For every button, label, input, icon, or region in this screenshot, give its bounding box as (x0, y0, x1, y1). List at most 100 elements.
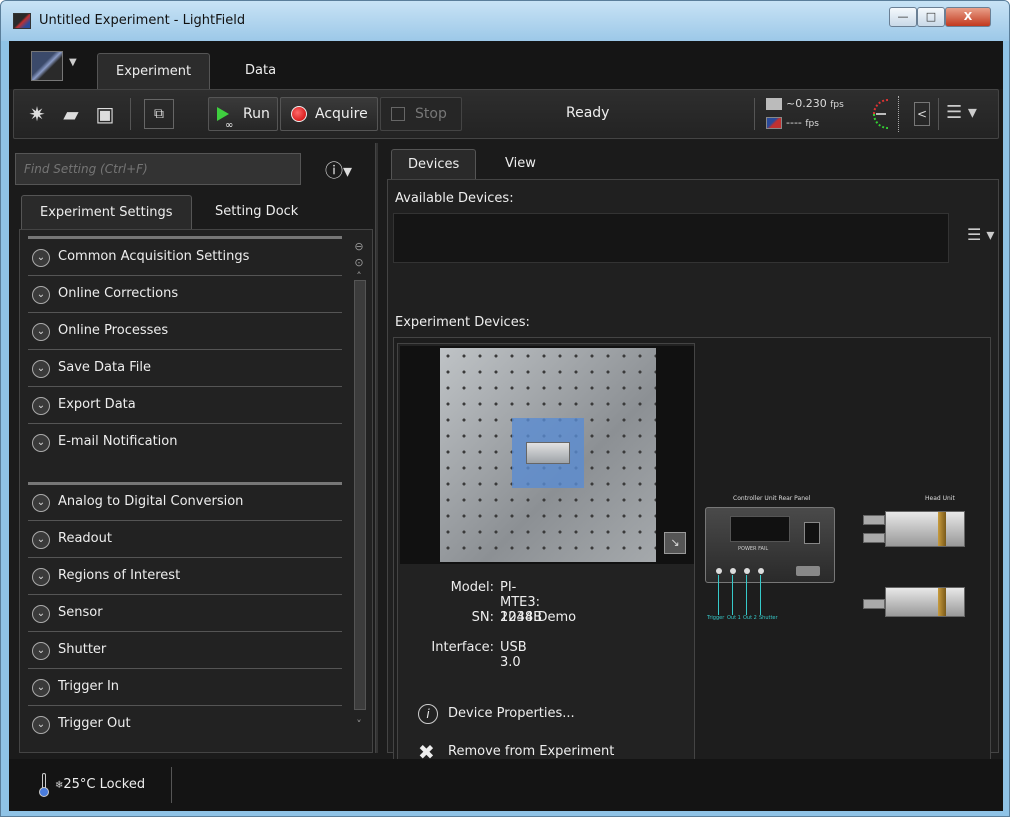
setting-export-data[interactable]: ⌄ Export Data (28, 388, 342, 424)
port-label: Shutter (759, 615, 778, 621)
stop-icon (391, 107, 405, 121)
tab-experiment[interactable]: Experiment (97, 53, 211, 89)
setting-online-corrections[interactable]: ⌄ Online Corrections (28, 277, 342, 313)
save-icon[interactable]: ▣ (92, 101, 118, 127)
controller-title: Controller Unit Rear Panel (733, 495, 811, 502)
lightfield-app-icon (13, 13, 31, 29)
head-connector (863, 599, 885, 609)
controller-display (730, 516, 790, 542)
setting-save-data-file[interactable]: ⌄ Save Data File (28, 351, 342, 387)
tab-data[interactable]: Data (227, 53, 294, 89)
chevron-down-icon: ⌄ (32, 531, 50, 549)
rate-gauge-icon (873, 99, 889, 129)
setting-trigger-out[interactable]: ⌄ Trigger Out (28, 707, 342, 743)
power-socket-icon (804, 522, 820, 544)
chevron-down-icon: ▼ (69, 57, 77, 68)
setting-readout[interactable]: ⌄ Readout (28, 522, 342, 558)
power-fail-label: POWER FAIL (738, 546, 769, 552)
help-icon[interactable]: ⓘ▾ (325, 157, 352, 183)
acquire-button[interactable]: Acquire (280, 97, 378, 131)
head-connector (863, 533, 885, 543)
run-label: Run (243, 106, 270, 122)
fps-value: ---- fps (786, 116, 819, 129)
collapse-all-icon[interactable]: ⊖ (352, 240, 366, 253)
setting-common-acquisition[interactable]: ⌄ Common Acquisition Settings (28, 240, 342, 276)
chevron-down-icon: ⌄ (32, 679, 50, 697)
info-icon: i (418, 704, 438, 724)
app-body: ▼ Experiment Data ✷ ▰ ▣ ⧉ ∞ Run Acquire (9, 41, 1003, 811)
chevron-down-icon: ⌄ (32, 360, 50, 378)
setting-online-processes[interactable]: ⌄ Online Processes (28, 314, 342, 350)
available-devices-list[interactable] (393, 213, 949, 263)
group-divider (28, 236, 342, 239)
infinity-icon: ∞ (225, 120, 234, 131)
find-setting-input[interactable] (15, 153, 301, 185)
head-connector (863, 515, 885, 525)
expand-all-icon[interactable]: ⊙ (352, 256, 366, 269)
device-image: ↘ (400, 346, 694, 564)
preview-icon[interactable]: ⧉ (144, 99, 174, 129)
close-button[interactable]: X (945, 7, 991, 27)
new-experiment-icon[interactable]: ✷ (24, 101, 50, 127)
port-shutter (758, 568, 764, 574)
minimize-button[interactable]: — (889, 7, 917, 27)
settings-panel: ⓘ▾ Experiment Settings Setting Dock ⌄Com… (13, 143, 373, 753)
fps-row-camera: ~0.230 fps (760, 96, 870, 114)
cable (718, 575, 719, 615)
port-label: Trigger (707, 615, 725, 621)
menu-icon[interactable]: ☰ ▾ (967, 225, 994, 244)
chevron-down-icon: ⌄ (32, 568, 50, 586)
chevron-down-icon: ⌄ (32, 642, 50, 660)
settings-scrollbar[interactable]: ⊖ ⊙ ˄ ˅ (352, 240, 366, 744)
tab-setting-dock[interactable]: Setting Dock (197, 195, 316, 229)
enlarge-icon[interactable]: ↘ (664, 532, 686, 554)
status-divider (171, 767, 172, 803)
tab-devices[interactable]: Devices (391, 149, 477, 179)
cable (746, 575, 747, 615)
port-out1 (730, 568, 736, 574)
scrollbar-thumb[interactable] (354, 280, 366, 710)
fps-row-display: ---- fps (760, 115, 870, 133)
experiment-devices-label: Experiment Devices: (395, 315, 530, 330)
setting-regions-of-interest[interactable]: ⌄ Regions of Interest (28, 559, 342, 595)
setting-sensor[interactable]: ⌄ Sensor (28, 596, 342, 632)
chevron-down-icon: ⌄ (32, 605, 50, 623)
settings-list: ⌄ Common Acquisition Settings ⌄ Online Cor… (19, 229, 373, 753)
run-button[interactable]: ∞ Run (208, 97, 278, 131)
setting-shutter[interactable]: ⌄ Shutter (28, 633, 342, 669)
window-title: Untitled Experiment - LightField (39, 13, 246, 28)
chevron-down-icon: ⌄ (32, 286, 50, 304)
collapse-button[interactable]: < (914, 102, 930, 126)
chevron-down-icon: ⌄ (32, 434, 50, 452)
chevron-down-icon: ⌄ (32, 323, 50, 341)
camera-icon (766, 98, 782, 110)
maximize-button[interactable]: □ (917, 7, 945, 27)
controller-unit: POWER FAIL (705, 507, 835, 583)
setting-trigger-in[interactable]: ⌄ Trigger In (28, 670, 342, 706)
app-menu-icon (31, 51, 63, 81)
stop-button[interactable]: Stop (380, 97, 462, 131)
tab-experiment-settings[interactable]: Experiment Settings (21, 195, 192, 229)
toolbar: ✷ ▰ ▣ ⧉ ∞ Run Acquire Stop Ready ~0.230 … (13, 89, 999, 139)
db-connector-icon (796, 566, 820, 576)
head-unit-1 (885, 511, 965, 547)
menu-icon[interactable]: ☰ ▾ (946, 102, 977, 123)
head-band (938, 512, 946, 546)
panel-splitter[interactable] (375, 143, 378, 753)
port-label: Out 2 (743, 615, 757, 621)
stop-label: Stop (415, 106, 447, 122)
acquire-label: Acquire (315, 106, 368, 122)
tab-view[interactable]: View (489, 149, 552, 179)
chevron-down-icon: ⌄ (32, 716, 50, 734)
device-card[interactable]: ↘ Model: PI-MTE3: 2048B SN: 1234:Demo In… (397, 343, 695, 783)
scroll-down-icon[interactable]: ˅ (352, 718, 366, 731)
setting-analog-digital[interactable]: ⌄ Analog to Digital Conversion (28, 485, 342, 521)
cable (732, 575, 733, 615)
setting-email-notification[interactable]: ⌄ E-mail Notification (28, 425, 342, 461)
devices-panel: Devices View Available Devices: ☰ ▾ Expe… (383, 143, 999, 789)
record-icon (291, 106, 307, 122)
app-menu-button[interactable]: ▼ (31, 51, 83, 81)
title-bar[interactable]: Untitled Experiment - LightField — □ X (1, 1, 1009, 41)
toolbar-divider (754, 98, 755, 130)
open-folder-icon[interactable]: ▰ (58, 101, 84, 127)
